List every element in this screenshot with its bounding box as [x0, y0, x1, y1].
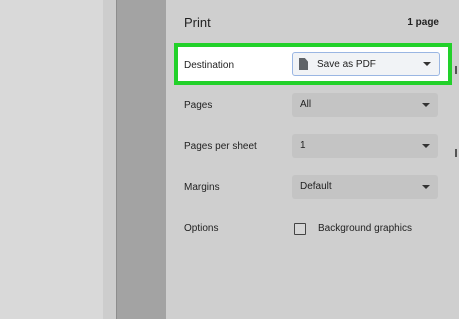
page-title: Print	[184, 15, 211, 30]
chevron-down-icon	[422, 144, 430, 148]
chevron-down-icon	[422, 103, 430, 107]
background-graphics-checkbox[interactable]	[294, 223, 306, 235]
destination-highlight: Destination Save as PDF	[174, 43, 452, 85]
chevron-down-icon	[422, 185, 430, 189]
destination-value: Save as PDF	[317, 59, 376, 70]
pages-per-sheet-value: 1	[300, 140, 306, 151]
pages-label: Pages	[184, 100, 213, 111]
preview-scrollbar[interactable]	[116, 0, 166, 319]
print-preview-area	[0, 0, 116, 319]
edge-mark	[455, 149, 457, 157]
document-icon	[299, 58, 308, 70]
print-settings-panel: Print 1 page Destination Save as PDF Pag…	[166, 0, 459, 319]
destination-select[interactable]: Save as PDF	[292, 52, 440, 76]
pages-value: All	[300, 99, 312, 110]
background-graphics-label[interactable]: Background graphics	[318, 223, 412, 234]
margins-value: Default	[300, 181, 332, 192]
margins-label: Margins	[184, 182, 220, 193]
panel-edge	[455, 0, 459, 319]
options-label: Options	[184, 223, 219, 234]
pages-select[interactable]: All	[292, 93, 438, 117]
page-count: 1 page	[407, 17, 439, 28]
preview-page	[0, 0, 103, 319]
destination-label: Destination	[184, 60, 235, 71]
edge-mark	[455, 66, 457, 74]
margins-select[interactable]: Default	[292, 175, 438, 199]
pages-per-sheet-select[interactable]: 1	[292, 134, 438, 158]
pages-per-sheet-label: Pages per sheet	[184, 141, 257, 152]
chevron-down-icon	[423, 62, 431, 66]
